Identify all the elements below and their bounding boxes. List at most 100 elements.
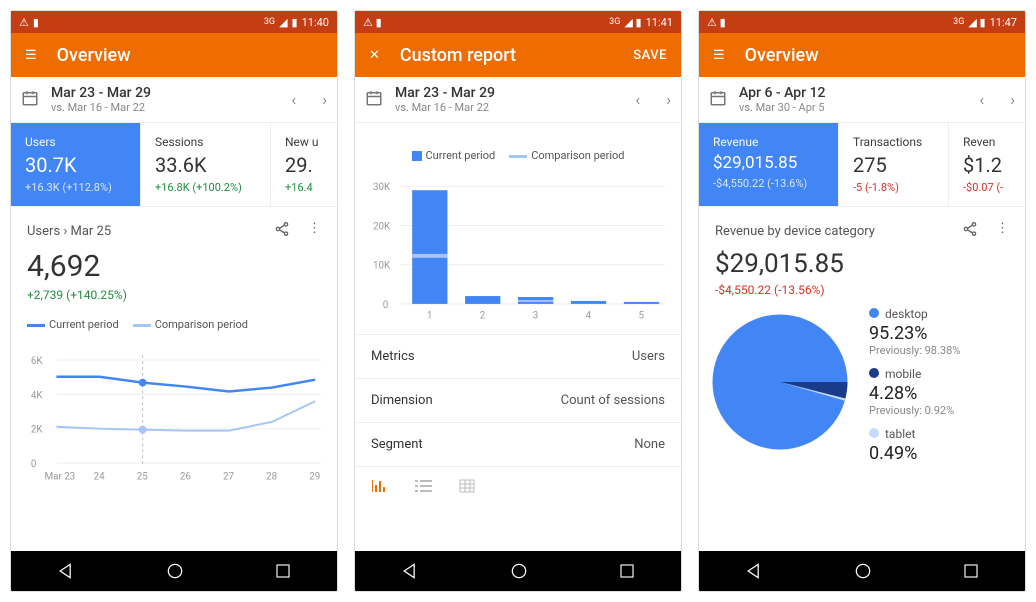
save-button[interactable]: SAVE [633, 48, 667, 63]
page-title: Custom report [400, 45, 516, 66]
next-period-icon[interactable]: › [1010, 90, 1015, 109]
svg-text:0: 0 [383, 300, 389, 311]
bar-chart: 30K 20K 10K 0 1 2 3 4 5 [371, 170, 665, 330]
home-icon[interactable] [509, 561, 529, 581]
page-title: Overview [57, 45, 131, 66]
date-range-bar[interactable]: Mar 23 - Mar 29 vs. Mar 16 - Mar 22 ‹ › [11, 77, 337, 123]
svg-text:20K: 20K [373, 221, 391, 232]
recents-icon[interactable] [618, 562, 636, 580]
svg-text:25: 25 [137, 472, 149, 483]
svg-text:1: 1 [427, 311, 433, 322]
svg-text:2K: 2K [31, 425, 44, 436]
status-bar: ⚠ ▮ 3G ◢ ▮ 11:41 [355, 11, 681, 33]
phone-screen-custom-report: ⚠ ▮ 3G ◢ ▮ 11:41 ✕ Custom report SAVE Ma… [354, 10, 682, 592]
svg-text:4: 4 [586, 311, 592, 322]
close-icon[interactable]: ✕ [369, 48, 380, 63]
table-view-icon[interactable] [459, 479, 475, 497]
metric-card-transactions[interactable]: Transactions 275 -5 (-1.8%) [839, 123, 949, 207]
svg-text:10K: 10K [373, 261, 391, 272]
date-range-bar[interactable]: Mar 23 - Mar 29 vs. Mar 16 - Mar 22 ‹ › [355, 77, 681, 123]
home-icon[interactable] [853, 561, 873, 581]
date-range: Mar 23 - Mar 29 [51, 85, 151, 102]
android-navbar [699, 551, 1025, 591]
svg-text:28: 28 [266, 472, 277, 483]
detail-panel: Revenue by device category ⋮ $29,015.85 … [699, 207, 1025, 297]
metric-card-users[interactable]: Users 30.7K +16.3K (+112.8%) [11, 123, 141, 207]
warning-icon: ⚠ [19, 16, 29, 29]
svg-text:2: 2 [480, 311, 486, 322]
metric-card-sessions[interactable]: Sessions 33.6K +16.8K (+100.2%) [141, 123, 271, 207]
chart-legend: Current period Comparison period [27, 318, 321, 331]
line-chart: 6K 4K 2K 0 Mar 23 24 25 26 27 28 29 [27, 339, 321, 489]
svg-text:24: 24 [94, 472, 106, 483]
detail-panel: Users › Mar 25 ⋮ 4,692 +2,739 (+140.25%)… [11, 207, 337, 507]
network-icon: 3G [264, 17, 275, 27]
pie-legend: desktop 95.23% Previously: 98.38% mobile… [869, 307, 960, 474]
calendar-icon [21, 89, 39, 111]
android-navbar [11, 551, 337, 591]
svg-text:3: 3 [533, 311, 539, 322]
next-period-icon[interactable]: › [322, 90, 327, 109]
android-navbar [355, 551, 681, 591]
app-bar: ☰ Overview [11, 33, 337, 77]
svg-text:30K: 30K [373, 182, 391, 193]
status-bar: ⚠ ▮ 3G ◢ ▮ 11:40 [11, 11, 337, 33]
metric-card-revenue[interactable]: Revenue $29,015.85 -$4,550.22 (-13.6%) [699, 123, 839, 207]
prev-period-icon[interactable]: ‹ [979, 90, 984, 109]
home-icon[interactable] [165, 561, 185, 581]
metrics-row: Users 30.7K +16.3K (+112.8%) Sessions 33… [11, 123, 337, 207]
detail-value: $29,015.85 [715, 249, 1009, 279]
date-range-bar[interactable]: Apr 6 - Apr 12 vs. Mar 30 - Apr 5 ‹ › [699, 77, 1025, 123]
legend-desktop: desktop 95.23% Previously: 98.38% [869, 307, 960, 357]
sim-icon: ▮ [33, 16, 39, 29]
breadcrumb: Revenue by device category [715, 224, 875, 239]
prev-period-icon[interactable]: ‹ [291, 90, 296, 109]
detail-value: 4,692 [27, 249, 321, 284]
back-icon[interactable] [400, 561, 420, 581]
metric-card-revenue-per[interactable]: Reven $1.2 -$0.07 (- [949, 123, 1025, 207]
option-dimension[interactable]: Dimension Count of sessions [355, 378, 681, 422]
option-metrics[interactable]: Metrics Users [355, 334, 681, 378]
breadcrumb: Users › Mar 25 [27, 224, 111, 239]
svg-text:27: 27 [223, 472, 235, 483]
more-icon[interactable]: ⋮ [996, 221, 1009, 241]
svg-text:4K: 4K [31, 390, 44, 401]
list-view-icon[interactable] [415, 479, 433, 497]
signal-icon: ◢ [279, 16, 287, 29]
phone-screen-overview-users: ⚠ ▮ 3G ◢ ▮ 11:40 ☰ Overview Mar 23 - Mar… [10, 10, 338, 592]
phone-screen-overview-revenue: ⚠ ▮ 3G ◢ ▮ 11:47 ☰ Overview Apr 6 - Apr … [698, 10, 1026, 592]
svg-text:6K: 6K [31, 356, 44, 367]
legend-mobile: mobile 4.28% Previously: 0.92% [869, 367, 960, 417]
svg-text:5: 5 [639, 311, 645, 322]
calendar-icon [365, 89, 383, 111]
page-title: Overview [745, 45, 819, 66]
recents-icon[interactable] [274, 562, 292, 580]
chart-view-icon[interactable] [371, 479, 389, 497]
clock: 11:40 [302, 16, 329, 29]
svg-text:Mar 23: Mar 23 [45, 472, 76, 483]
legend-tablet: tablet 0.49% [869, 427, 960, 464]
svg-text:26: 26 [180, 472, 192, 483]
battery-icon: ▮ [292, 16, 298, 29]
svg-text:0: 0 [31, 459, 37, 470]
menu-icon[interactable]: ☰ [713, 48, 725, 63]
app-bar: ☰ Overview [699, 33, 1025, 77]
share-icon[interactable] [274, 221, 290, 241]
detail-delta: -$4,550.22 (-13.56%) [715, 283, 1009, 297]
back-icon[interactable] [744, 561, 764, 581]
prev-period-icon[interactable]: ‹ [635, 90, 640, 109]
more-icon[interactable]: ⋮ [308, 221, 321, 241]
metrics-row: Revenue $29,015.85 -$4,550.22 (-13.6%) T… [699, 123, 1025, 207]
next-period-icon[interactable]: › [666, 90, 671, 109]
status-bar: ⚠ ▮ 3G ◢ ▮ 11:47 [699, 11, 1025, 33]
back-icon[interactable] [56, 561, 76, 581]
share-icon[interactable] [962, 221, 978, 241]
option-segment[interactable]: Segment None [355, 422, 681, 466]
metric-card-new-users[interactable]: New u 29. +16.4 [271, 123, 337, 207]
compare-range: vs. Mar 16 - Mar 22 [51, 101, 151, 114]
calendar-icon [709, 89, 727, 111]
svg-text:29: 29 [309, 472, 320, 483]
chart-legend: Current period Comparison period [371, 149, 665, 162]
menu-icon[interactable]: ☰ [25, 48, 37, 63]
recents-icon[interactable] [962, 562, 980, 580]
